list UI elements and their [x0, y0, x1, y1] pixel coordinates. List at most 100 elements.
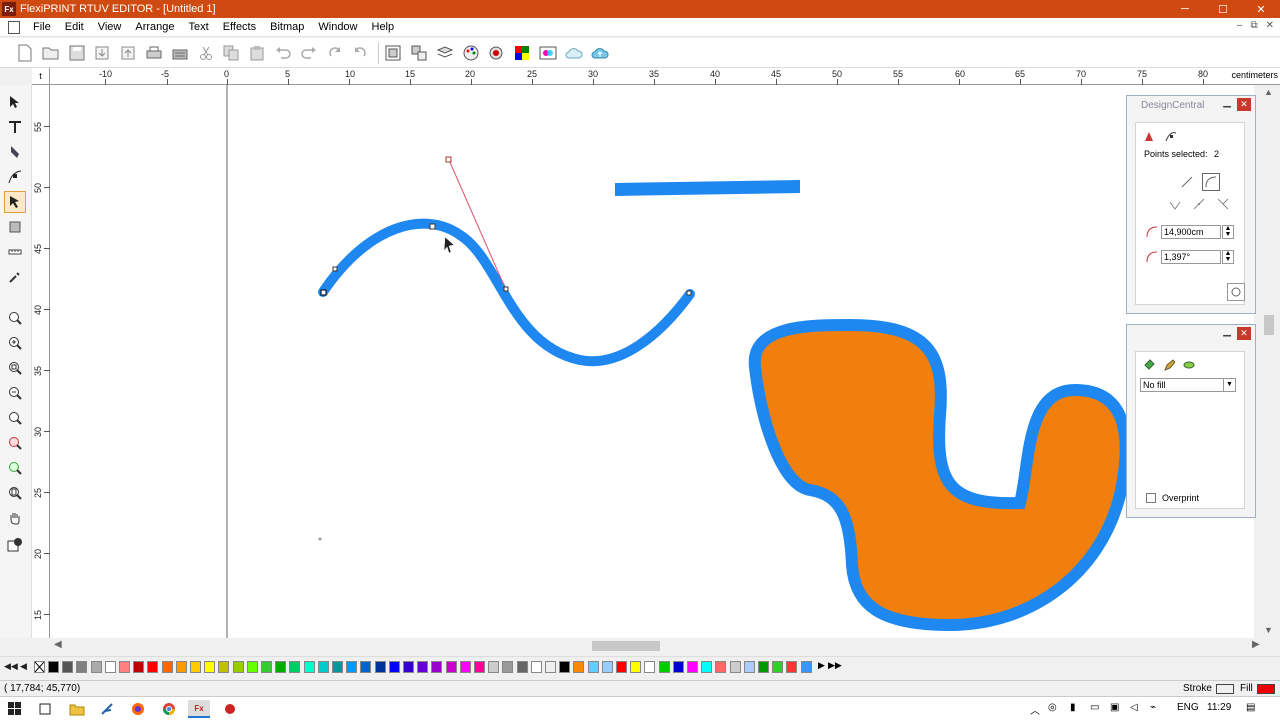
- feather-app-icon[interactable]: [96, 700, 118, 718]
- menu-window[interactable]: Window: [311, 21, 364, 33]
- notifications-icon[interactable]: ▤: [1246, 702, 1255, 713]
- color-swatch[interactable]: [48, 661, 59, 673]
- repeat-icon[interactable]: [324, 42, 346, 64]
- color-swatch[interactable]: [587, 661, 599, 673]
- text-tool-icon[interactable]: [4, 116, 26, 138]
- redo-repeat-icon[interactable]: [349, 42, 371, 64]
- paste-icon[interactable]: [246, 42, 268, 64]
- color-swatch[interactable]: [403, 661, 414, 673]
- color-swatch[interactable]: [616, 661, 627, 673]
- chevron-down-icon[interactable]: ▼: [1223, 379, 1235, 391]
- smooth-node-icon[interactable]: [1190, 195, 1208, 213]
- color-swatch[interactable]: [701, 661, 713, 673]
- symmetric-node-icon[interactable]: [1214, 195, 1232, 213]
- color-swatch[interactable]: [672, 661, 684, 673]
- color-swatch[interactable]: [303, 661, 315, 673]
- red-app-icon[interactable]: [219, 700, 241, 718]
- color-swatch[interactable]: [644, 661, 656, 673]
- color-swatch[interactable]: [573, 661, 585, 673]
- new-icon[interactable]: [14, 42, 36, 64]
- upload-icon[interactable]: [589, 42, 611, 64]
- zoom-out-icon[interactable]: [4, 382, 26, 404]
- menu-view[interactable]: View: [91, 21, 129, 33]
- stroke-indicator[interactable]: Stroke: [1183, 683, 1234, 694]
- color-swatch[interactable]: [786, 661, 798, 673]
- shape-edit-icon[interactable]: [4, 191, 26, 213]
- color-swatch[interactable]: [317, 661, 329, 673]
- fill-bucket-icon[interactable]: [1140, 356, 1158, 374]
- menu-text[interactable]: Text: [182, 21, 216, 33]
- curve-node-icon[interactable]: [1202, 173, 1220, 191]
- color-swatch[interactable]: [90, 661, 102, 673]
- no-color-swatch[interactable]: [34, 661, 45, 673]
- menu-effects[interactable]: Effects: [216, 21, 263, 33]
- bezier-control-point[interactable]: [445, 156, 452, 163]
- cusp-node-icon[interactable]: [1166, 195, 1184, 213]
- vertical-scroll-thumb[interactable]: [1264, 315, 1274, 335]
- chrome-icon[interactable]: [158, 700, 180, 718]
- fill-indicator[interactable]: Fill: [1240, 683, 1275, 694]
- selected-node[interactable]: [429, 223, 436, 230]
- horizontal-scrollbar[interactable]: ◀ ▶: [50, 638, 1266, 654]
- color-swatch[interactable]: [275, 661, 287, 673]
- select-arrow-icon[interactable]: [4, 91, 26, 113]
- cut-icon[interactable]: [195, 42, 217, 64]
- color-swatch[interactable]: [630, 661, 642, 673]
- color-swatch[interactable]: [530, 661, 542, 673]
- language-indicator[interactable]: ENG: [1177, 702, 1199, 713]
- line-node-icon[interactable]: [1178, 173, 1196, 191]
- layers-icon[interactable]: [434, 42, 456, 64]
- undo-icon[interactable]: [272, 42, 294, 64]
- eyedropper-icon[interactable]: [4, 266, 26, 288]
- curve-tab-icon[interactable]: [1162, 127, 1180, 145]
- color-swatch[interactable]: [417, 661, 429, 673]
- color-swatch[interactable]: [147, 661, 159, 673]
- zoom-in-icon[interactable]: [4, 332, 26, 354]
- color-swatch[interactable]: [374, 661, 386, 673]
- copy-icon[interactable]: [220, 42, 242, 64]
- color-swatch[interactable]: [161, 661, 173, 673]
- measure-icon[interactable]: [4, 241, 26, 263]
- color-swatch[interactable]: [516, 661, 528, 673]
- windows-start-icon[interactable]: [4, 700, 26, 718]
- cloud-icon[interactable]: [563, 42, 585, 64]
- color-swatch[interactable]: [601, 661, 613, 673]
- angle-stepper[interactable]: ▲ ▼: [1222, 250, 1234, 264]
- overprint-checkbox[interactable]: [1146, 493, 1156, 503]
- horizontal-scroll-thumb[interactable]: [592, 641, 660, 651]
- pen-tool-icon[interactable]: [4, 141, 26, 163]
- task-view-icon[interactable]: [34, 700, 56, 718]
- blue-wave-curve[interactable]: [318, 218, 695, 367]
- curve-node[interactable]: [332, 266, 338, 272]
- open-icon[interactable]: [40, 42, 62, 64]
- menu-help[interactable]: Help: [365, 21, 402, 33]
- redo-icon[interactable]: [298, 42, 320, 64]
- vertical-ruler[interactable]: 55 50 45 40 35 30 25 20 15: [32, 85, 50, 638]
- hand-pan-icon[interactable]: [4, 507, 26, 529]
- color-swatch[interactable]: [175, 661, 187, 673]
- palette-next-icon[interactable]: ▶: [818, 660, 825, 671]
- menu-arrange[interactable]: Arrange: [128, 21, 181, 33]
- start-node[interactable]: [320, 289, 327, 296]
- color-swatch[interactable]: [204, 661, 216, 673]
- color-swatch[interactable]: [218, 661, 230, 673]
- node-tab-icon[interactable]: [1140, 127, 1158, 145]
- scroll-down-icon[interactable]: ▼: [1264, 625, 1273, 635]
- fill-effect-icon[interactable]: [1180, 356, 1198, 374]
- color-swatch[interactable]: [388, 661, 400, 673]
- tray-app-icon[interactable]: ◎: [1048, 702, 1057, 713]
- maximize-button[interactable]: ☐: [1204, 0, 1242, 18]
- zoom-selection-icon[interactable]: [4, 432, 26, 454]
- file-explorer-icon[interactable]: [66, 700, 88, 718]
- minimize-button[interactable]: ─: [1166, 0, 1204, 18]
- flexiprint-taskbar-icon[interactable]: Fx: [188, 700, 210, 718]
- volume-icon[interactable]: ◁: [1130, 702, 1138, 713]
- color-swatch[interactable]: [346, 661, 358, 673]
- drawing-canvas[interactable]: [50, 85, 1254, 638]
- panel-minimize-button[interactable]: ▁: [1223, 97, 1231, 108]
- color-swatch[interactable]: [687, 661, 698, 673]
- color-swatch[interactable]: [474, 661, 485, 673]
- circle-option-icon[interactable]: [1227, 283, 1245, 301]
- color-palette-icon[interactable]: [460, 42, 482, 64]
- ruler-origin[interactable]: t: [32, 68, 50, 85]
